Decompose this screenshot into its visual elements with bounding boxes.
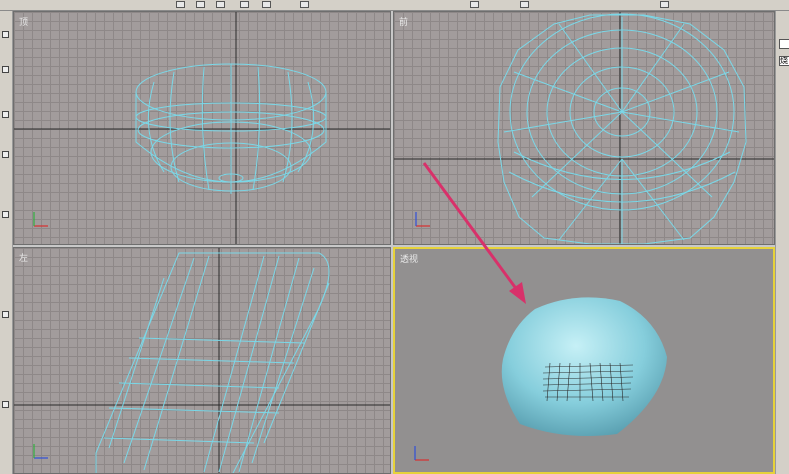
tool-icon[interactable] [2,31,9,38]
viewport-top[interactable]: 顶 [13,11,391,245]
rendered-object[interactable] [501,297,667,437]
align-icon[interactable] [520,1,529,8]
rotate-icon[interactable] [240,1,249,8]
move-icon[interactable] [216,1,225,8]
viewport-perspective[interactable]: 透视 [393,247,775,474]
panel-field[interactable] [779,39,789,49]
top-view-wireframe [14,12,390,244]
tool-icon[interactable] [2,401,9,408]
perspective-view-render [414,297,667,461]
left-tool-strip [0,11,13,474]
tool-icon[interactable] [2,66,9,73]
link-icon[interactable] [300,1,309,8]
command-panel: 烧 [775,11,789,474]
select-region-icon[interactable] [196,1,205,8]
scale-icon[interactable] [262,1,271,8]
panel-field[interactable]: 烧 [779,56,789,66]
tool-icon[interactable] [2,151,9,158]
tool-icon[interactable] [2,311,9,318]
viewport-left[interactable]: 左 [13,247,391,474]
front-view-wireframe [394,12,774,244]
viewport-front[interactable]: 前 [393,11,775,245]
left-view-wireframe [14,248,390,473]
mirror-icon[interactable] [470,1,479,8]
main-toolbar [0,0,789,11]
render-icon[interactable] [660,1,669,8]
tool-icon[interactable] [2,211,9,218]
select-arrow-icon[interactable] [176,1,185,8]
tool-icon[interactable] [2,111,9,118]
